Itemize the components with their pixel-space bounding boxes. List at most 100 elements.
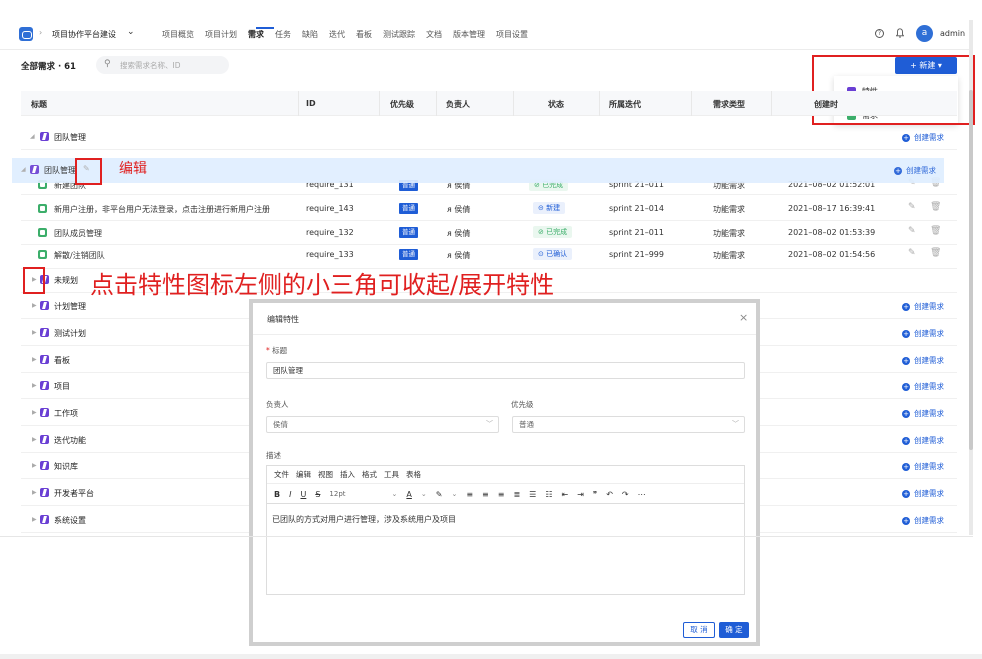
edit-icon[interactable]: ✎ <box>908 226 916 236</box>
nav-docs[interactable]: 文档 <box>426 29 442 40</box>
nav-tasks[interactable]: 任务 <box>275 29 291 40</box>
priority-badge[interactable]: 普通 <box>399 249 418 260</box>
create-requirement-link[interactable]: + 创建需求 <box>902 301 944 312</box>
group-row[interactable]: ◢ 团队管理 + 创建需求 <box>21 124 957 150</box>
nav-requirements[interactable]: 需求 <box>248 29 264 40</box>
nav-sprints[interactable]: 迭代 <box>329 29 345 40</box>
col-type[interactable]: 需求类型 <box>713 99 745 110</box>
nav-board[interactable]: 看板 <box>356 29 372 40</box>
menu-view[interactable]: 视图 <box>318 469 333 480</box>
col-id[interactable]: ID <box>306 99 316 108</box>
more-icon[interactable]: ⋯ <box>638 490 646 499</box>
menu-insert[interactable]: 插入 <box>340 469 355 480</box>
priority-badge[interactable]: 普通 <box>399 203 418 214</box>
create-requirement-link[interactable]: + 创建需求 <box>902 461 944 472</box>
collapse-triangle-icon[interactable]: ◢ <box>30 133 35 140</box>
underline-icon[interactable]: U <box>300 490 306 499</box>
col-priority[interactable]: 优先级 <box>390 99 414 110</box>
edit-icon[interactable]: ✎ <box>908 248 916 258</box>
row-sprint[interactable]: sprint 21–014 <box>609 204 664 213</box>
create-requirement-link[interactable]: + 创建需求 <box>902 381 944 392</box>
bell-icon[interactable] <box>896 28 904 38</box>
create-requirement-link[interactable]: + 创建需求 <box>902 132 944 143</box>
status-badge[interactable]: ⊘ 已完成 <box>533 226 573 238</box>
row-owner[interactable]: ᴙ 侯倩 <box>447 250 470 261</box>
chevron-down-icon[interactable]: ⌄ <box>451 490 457 498</box>
create-requirement-link[interactable]: + 创建需求 <box>902 488 944 499</box>
text-color-icon[interactable]: A <box>406 490 411 499</box>
project-dropdown-chevron-icon[interactable]: ⌄ <box>127 27 135 37</box>
bullet-list-icon[interactable]: ☰ <box>529 490 536 499</box>
nav-defects[interactable]: 缺陷 <box>302 29 318 40</box>
menu-table[interactable]: 表格 <box>406 469 421 480</box>
delete-icon[interactable]: 🗑 <box>930 226 941 236</box>
create-requirement-link[interactable]: + 创建需求 <box>902 355 944 366</box>
nav-overview[interactable]: 项目概览 <box>162 29 194 40</box>
expand-triangle-icon[interactable]: ▶ <box>32 516 37 523</box>
col-title[interactable]: 标题 <box>31 99 47 110</box>
owner-select[interactable]: 侯倩 ﹀ <box>266 416 499 433</box>
collapse-triangle-icon[interactable]: ◢ <box>21 166 26 173</box>
expand-triangle-icon[interactable]: ▶ <box>32 356 37 363</box>
align-justify-icon[interactable]: ≣ <box>513 490 520 499</box>
font-size-select[interactable]: 12pt <box>329 490 345 498</box>
expand-triangle-icon[interactable]: ▶ <box>32 436 37 443</box>
delete-icon[interactable]: 🗑 <box>930 202 941 212</box>
expand-triangle-icon[interactable]: ▶ <box>32 302 37 309</box>
menu-tools[interactable]: 工具 <box>384 469 399 480</box>
status-badge[interactable]: ⊙ 已确认 <box>533 248 573 260</box>
outdent-icon[interactable]: ⇤ <box>561 490 568 499</box>
bold-icon[interactable]: B <box>274 490 280 499</box>
create-requirement-link[interactable]: + 创建需求 <box>902 408 944 419</box>
row-title[interactable]: 团队成员管理 <box>54 228 102 239</box>
row-title[interactable]: 新用户注册，非平台用户无法登录，点击注册进行新用户注册 <box>54 204 270 215</box>
nav-plan[interactable]: 项目计划 <box>205 29 237 40</box>
priority-badge[interactable]: 普通 <box>399 227 418 238</box>
align-center-icon[interactable]: ≡ <box>482 490 489 499</box>
chevron-down-icon[interactable]: ⌄ <box>421 490 427 498</box>
nav-test-tracking[interactable]: 测试跟踪 <box>383 29 415 40</box>
align-left-icon[interactable]: ≡ <box>466 490 473 499</box>
avatar[interactable]: a <box>916 25 933 42</box>
rich-text-editor[interactable]: 文件 编辑 视图 插入 格式 工具 表格 B I U S 12pt ⌄ A ⌄ … <box>266 465 745 595</box>
create-requirement-link[interactable]: + 创建需求 <box>902 435 944 446</box>
project-name[interactable]: 项目协作平台建设 <box>52 29 116 40</box>
expand-triangle-icon[interactable]: ▶ <box>32 489 37 496</box>
app-logo-icon[interactable] <box>19 27 33 41</box>
title-field[interactable]: 团队管理 <box>266 362 745 379</box>
row-owner[interactable]: ᴙ 侯倩 <box>447 228 470 239</box>
chevron-down-icon[interactable]: ⌄ <box>392 490 398 498</box>
help-icon[interactable]: ? <box>875 29 884 38</box>
scrollbar-thumb[interactable] <box>969 90 973 450</box>
description-text[interactable]: 已团队的方式对用户进行管理，涉及系统用户及项目 <box>272 514 456 525</box>
indent-icon[interactable]: ⇥ <box>577 490 584 499</box>
priority-select[interactable]: 普通 ﹀ <box>512 416 745 433</box>
expand-triangle-icon[interactable]: ▶ <box>32 462 37 469</box>
italic-icon[interactable]: I <box>289 490 291 499</box>
row-sprint[interactable]: sprint 21–999 <box>609 250 664 259</box>
align-right-icon[interactable]: ≡ <box>498 490 505 499</box>
confirm-button[interactable]: 确 定 <box>719 622 749 638</box>
edit-icon[interactable]: ✎ <box>908 202 916 212</box>
highlight-icon[interactable]: ✎ <box>436 490 443 499</box>
row-title[interactable]: 解散/注销团队 <box>54 250 105 261</box>
col-created[interactable]: 创建时 <box>814 99 838 110</box>
strikethrough-icon[interactable]: S <box>315 490 320 499</box>
nav-settings[interactable]: 项目设置 <box>496 29 528 40</box>
menu-edit[interactable]: 编辑 <box>296 469 311 480</box>
dragged-group-row[interactable]: ◢ 团队管理 ✎ + 创建需求 <box>12 158 944 183</box>
row-sprint[interactable]: sprint 21–011 <box>609 228 664 237</box>
menu-format[interactable]: 格式 <box>362 469 377 480</box>
create-requirement-link[interactable]: + 创建需求 <box>902 328 944 339</box>
col-owner[interactable]: 负责人 <box>446 99 470 110</box>
nav-releases[interactable]: 版本管理 <box>453 29 485 40</box>
col-status[interactable]: 状态 <box>548 99 564 110</box>
cancel-button[interactable]: 取 消 <box>683 622 715 638</box>
numbered-list-icon[interactable]: ☷ <box>545 490 552 499</box>
menu-file[interactable]: 文件 <box>274 469 289 480</box>
create-requirement-link[interactable]: + 创建需求 <box>902 515 944 526</box>
create-requirement-link[interactable]: + 创建需求 <box>894 165 936 176</box>
undo-icon[interactable]: ↶ <box>606 490 613 499</box>
row-owner[interactable]: ᴙ 侯倩 <box>447 204 470 215</box>
status-badge[interactable]: ⊝ 新建 <box>533 202 566 214</box>
